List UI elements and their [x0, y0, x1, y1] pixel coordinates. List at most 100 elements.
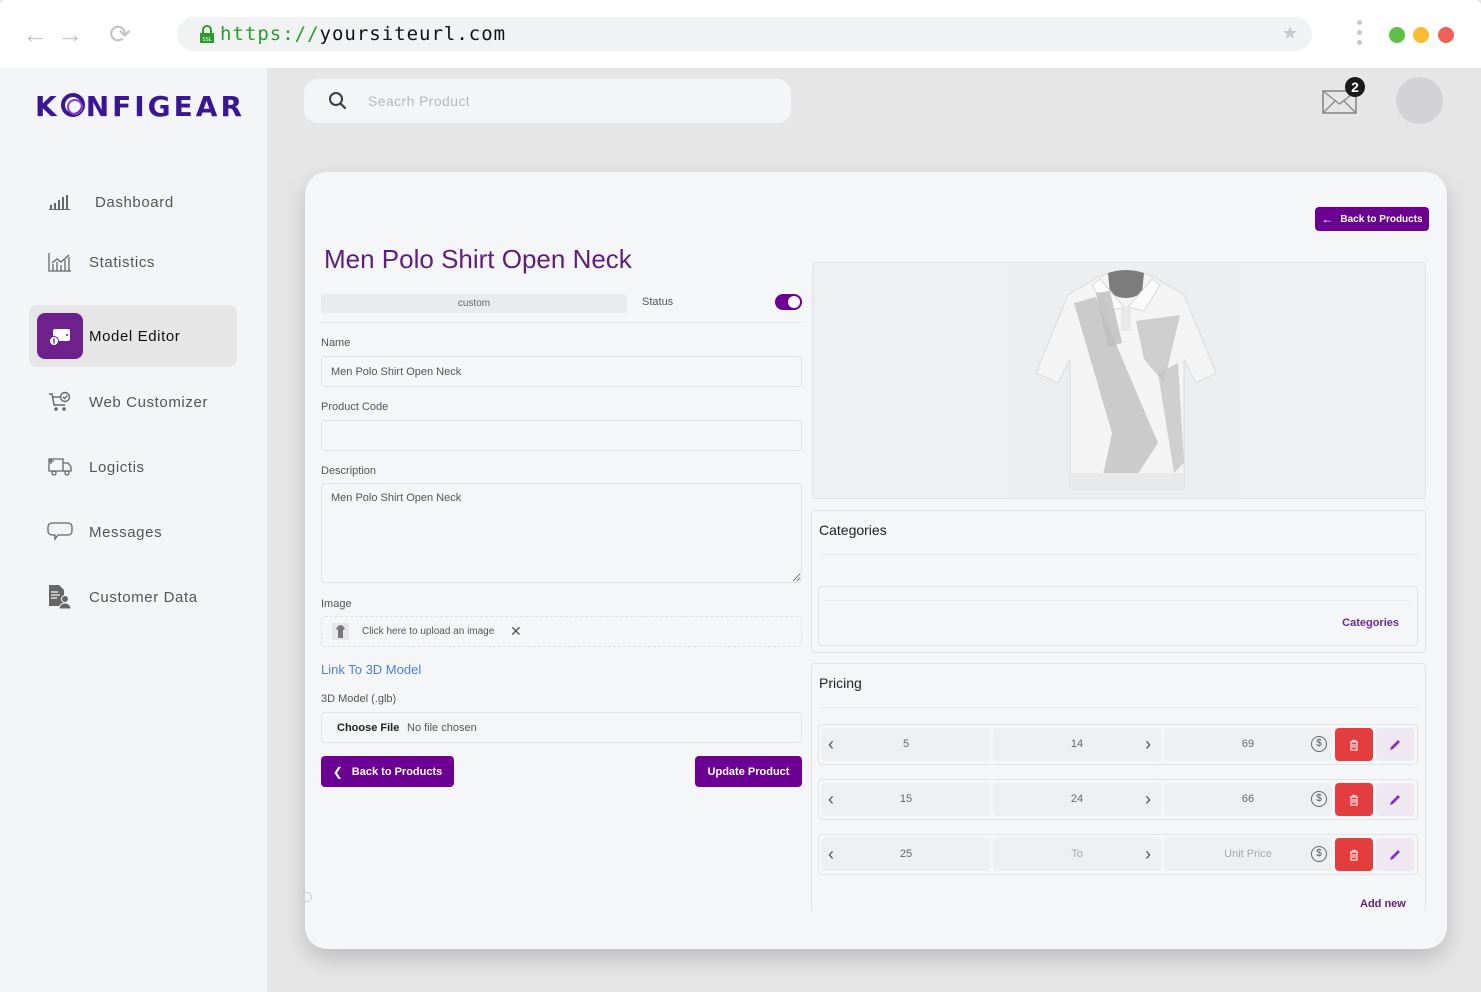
image-upload-dropzone[interactable]: Click here to upload an image ✕: [321, 616, 802, 647]
dollar-icon: $: [1311, 736, 1327, 752]
forward-arrow-icon[interactable]: →: [56, 20, 84, 48]
signal-bars-icon: [37, 179, 83, 225]
chat-bubble-icon: [37, 509, 83, 555]
to-placeholder: To: [1071, 848, 1083, 860]
unit-price-field[interactable]: Unit Price $: [1164, 838, 1332, 871]
unit-price-field[interactable]: 69 $: [1164, 728, 1332, 761]
delete-row-button[interactable]: [1335, 728, 1373, 761]
quantity-to-field[interactable]: 24 ›: [993, 783, 1161, 816]
chevron-left-icon[interactable]: ‹: [828, 728, 834, 761]
bookmark-star-icon[interactable]: ★: [1282, 23, 1298, 44]
categories-link[interactable]: Categories: [1342, 617, 1399, 629]
upload-hint: Click here to upload an image: [362, 626, 495, 637]
status-toggle[interactable]: [775, 294, 802, 310]
from-value: 15: [899, 793, 913, 805]
dollar-icon: $: [1311, 791, 1327, 807]
link-to-3d-model[interactable]: Link To 3D Model: [321, 662, 421, 677]
update-product-button[interactable]: Update Product: [695, 756, 802, 787]
image-thumbnail: [332, 623, 349, 640]
description-field[interactable]: Men Polo Shirt Open Neck: [321, 483, 802, 583]
quantity-from-field[interactable]: ‹ 25: [822, 838, 990, 871]
name-field[interactable]: [321, 356, 802, 387]
edit-row-button[interactable]: [1376, 728, 1414, 761]
ssl-lock-icon: SSL: [200, 25, 214, 43]
sidebar-item-label: Messages: [89, 523, 163, 541]
polo-shirt-image: [1008, 263, 1238, 498]
search-input[interactable]: [368, 89, 768, 113]
search-bar: [304, 79, 791, 123]
sidebar: K NFIGEAR Dashboard Statistics Model Edit…: [0, 68, 267, 992]
divider: [819, 554, 1418, 555]
name-label: Name: [321, 337, 351, 349]
add-new-price-button[interactable]: Add new: [1360, 898, 1406, 910]
description-label: Description: [321, 465, 377, 477]
3d-model-label: 3D Model (.glb): [321, 693, 397, 705]
customer-file-icon: [37, 574, 83, 620]
chevron-left-icon[interactable]: ‹: [828, 838, 834, 871]
price-value: 66: [1241, 793, 1255, 805]
user-avatar[interactable]: [1396, 77, 1443, 124]
categories-title: Categories: [819, 522, 887, 538]
back-arrow-icon[interactable]: ←: [21, 20, 49, 48]
product-code-field[interactable]: [321, 420, 802, 451]
search-icon[interactable]: [328, 91, 348, 111]
pricing-title: Pricing: [819, 675, 862, 691]
trash-icon: [1350, 794, 1358, 806]
chevron-left-icon[interactable]: ‹: [828, 783, 834, 816]
clear-image-icon[interactable]: ✕: [510, 623, 522, 640]
delete-row-button[interactable]: [1335, 838, 1373, 871]
chevron-right-icon[interactable]: ›: [1145, 838, 1151, 871]
logo-suffix: NFIGEAR: [85, 90, 246, 123]
browser-chrome: ← → ⟳ SSL https://yoursiteurl.com ★: [0, 0, 1481, 68]
collapse-handle-icon[interactable]: [302, 892, 312, 902]
sidebar-item-label: Customer Data: [89, 588, 198, 606]
3d-model-file-input[interactable]: Choose File No file chosen: [321, 712, 802, 743]
back-to-products-button[interactable]: ❮ Back to Products: [321, 756, 454, 787]
sidebar-item-dashboard[interactable]: Dashboard: [29, 171, 237, 233]
sidebar-item-model-editor[interactable]: Model Editor: [29, 305, 237, 367]
from-value: 5: [902, 738, 910, 750]
sidebar-item-label: Dashboard: [95, 193, 174, 211]
konfigear-logo[interactable]: K NFIGEAR: [35, 90, 245, 123]
quantity-from-field[interactable]: ‹ 5: [822, 728, 990, 761]
pencil-icon: [1390, 849, 1400, 860]
quantity-to-field[interactable]: 14 ›: [993, 728, 1161, 761]
window-dot-green[interactable]: [1389, 27, 1405, 43]
to-value: 24: [1070, 793, 1084, 805]
sidebar-item-statistics[interactable]: Statistics: [29, 231, 237, 293]
price-placeholder: Unit Price: [1224, 848, 1272, 860]
file-status: No file chosen: [407, 722, 477, 734]
sidebar-item-customer-data[interactable]: Customer Data: [29, 566, 237, 628]
window-dot-red[interactable]: [1438, 27, 1454, 43]
pricing-row: ‹ 15 24 › 66 $: [818, 779, 1418, 820]
sidebar-item-messages[interactable]: Messages: [29, 501, 237, 563]
chevron-right-icon[interactable]: ›: [1145, 728, 1151, 761]
chevron-right-icon[interactable]: ›: [1145, 783, 1151, 816]
button-label: Back to Products: [1340, 213, 1423, 225]
browser-menu-icon[interactable]: [1354, 20, 1364, 50]
quantity-to-field[interactable]: To ›: [993, 838, 1161, 871]
address-bar[interactable]: SSL https://yoursiteurl.com ★: [177, 17, 1312, 51]
sidebar-item-logictis[interactable]: Logictis: [29, 436, 237, 498]
unit-price-field[interactable]: 66 $: [1164, 783, 1332, 816]
pricing-row: ‹ 25 To › Unit Price $: [818, 834, 1418, 875]
categories-box: Categories: [818, 586, 1418, 646]
reload-icon[interactable]: ⟳: [106, 20, 134, 48]
edit-row-button[interactable]: [1376, 783, 1414, 816]
svg-text:SSL: SSL: [202, 37, 211, 43]
trash-icon: [1350, 849, 1358, 861]
dollar-icon: $: [1311, 846, 1327, 862]
truck-icon: [37, 444, 83, 490]
window-dot-yellow[interactable]: [1413, 27, 1429, 43]
quantity-from-field[interactable]: ‹ 15: [822, 783, 990, 816]
sidebar-item-web-customizer[interactable]: Web Customizer: [29, 371, 237, 433]
sidebar-item-label: Logictis: [89, 458, 145, 476]
delete-row-button[interactable]: [1335, 783, 1373, 816]
categories-panel: Categories Categories: [811, 510, 1426, 653]
choose-file-button[interactable]: Choose File: [337, 722, 399, 734]
back-to-products-top-button[interactable]: ← Back to Products: [1315, 207, 1429, 231]
page-title: Men Polo Shirt Open Neck: [324, 244, 632, 274]
edit-row-button[interactable]: [1376, 838, 1414, 871]
status-label: Status: [642, 296, 674, 308]
button-label: Back to Products: [351, 765, 443, 778]
